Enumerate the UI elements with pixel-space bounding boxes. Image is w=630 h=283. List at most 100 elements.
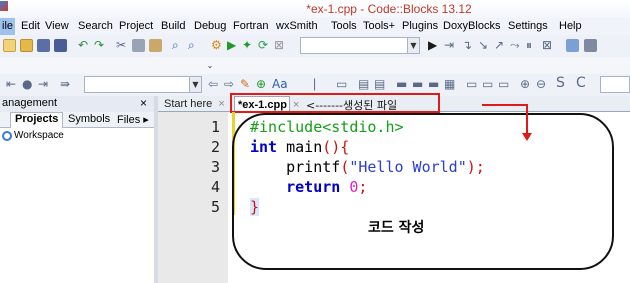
arrow-left-icon[interactable]: ⇦: [208, 77, 218, 91]
line3-icon[interactable]: ▬: [428, 77, 439, 91]
menu-wxsmith[interactable]: wxSmith: [276, 20, 318, 32]
tab-files[interactable]: Files ▸: [117, 113, 149, 126]
zoom-out-icon[interactable]: ⊖: [536, 77, 546, 91]
box3-icon[interactable]: ▭: [498, 77, 509, 91]
toolbar-strip: ⌄: [0, 57, 630, 74]
menu-fortran[interactable]: Fortran: [233, 20, 268, 32]
zoom-in-icon[interactable]: ⊕: [520, 77, 530, 91]
code-completion-scope-select[interactable]: ▼: [84, 76, 202, 93]
copy-icon[interactable]: [132, 39, 145, 52]
build-gear-icon[interactable]: ⚙: [211, 38, 222, 52]
run-to-cursor-icon[interactable]: ⇥: [444, 38, 454, 52]
cut-icon[interactable]: ✂: [116, 38, 126, 52]
menu-build[interactable]: Build: [161, 20, 185, 32]
pause-icon[interactable]: ⏸: [526, 38, 532, 52]
workspace-item[interactable]: Workspace: [14, 130, 64, 141]
tab-projects[interactable]: Projects: [10, 112, 64, 128]
main-toolbar: ↶ ↷ ✂ ⌕ ⌕ ⚙ ▶ ✦ ⟳ ⊠ ▼ ▶ ⇥ ↴ ↘ ↗ ⤳ ⏸ ⊠: [0, 35, 630, 57]
c-icon[interactable]: C: [576, 76, 586, 90]
redo-icon[interactable]: ↷: [94, 38, 104, 52]
line-number: 1: [210, 118, 220, 136]
bookmark-icon[interactable]: ●: [22, 77, 32, 91]
project-tree: Workspace: [0, 128, 154, 283]
annotation-label: <-------생성된 파일: [306, 99, 398, 112]
callout-bubble: [232, 113, 614, 270]
chevron-down-icon[interactable]: ▼: [407, 38, 419, 53]
save-all-icon[interactable]: [54, 39, 67, 52]
management-title: anagement: [2, 97, 58, 109]
build-run-icon[interactable]: ✦: [242, 38, 252, 52]
menu-bar: ile Edit View Search Project Build Debug…: [0, 18, 630, 35]
tab-start-here[interactable]: Start here ×: [161, 96, 233, 112]
paste-icon[interactable]: [149, 39, 162, 52]
close-icon[interactable]: ×: [140, 96, 147, 110]
next-line-icon[interactable]: ↴: [462, 38, 472, 52]
abort-icon[interactable]: ⊠: [274, 38, 284, 52]
line2-icon[interactable]: ▬: [412, 77, 423, 91]
menu-plugins[interactable]: Plugins: [402, 20, 438, 32]
line-number: 5: [210, 198, 220, 216]
s-icon[interactable]: S: [556, 76, 565, 90]
menu-settings[interactable]: Settings: [508, 20, 548, 32]
box-icon[interactable]: ▭: [466, 77, 477, 91]
line-number: 2: [210, 138, 220, 156]
debug-info-icon[interactable]: [584, 39, 597, 52]
menu-tools-plus[interactable]: Tools+: [363, 20, 395, 32]
next-instruction-icon[interactable]: ⤳: [510, 38, 520, 52]
run-icon[interactable]: ▶: [227, 38, 236, 52]
chevron-down-icon[interactable]: ▼: [189, 77, 201, 92]
doc2-icon[interactable]: ▤: [374, 77, 385, 91]
stop-debug-icon[interactable]: ⊠: [542, 38, 552, 52]
grid-icon[interactable]: ▦: [444, 77, 455, 91]
menu-file[interactable]: ile: [0, 18, 16, 35]
abbreviation-icon[interactable]: Aa: [272, 77, 288, 91]
match-icon[interactable]: ⊕: [256, 77, 266, 91]
text-icon[interactable]: ⎸: [314, 77, 326, 91]
box2-icon[interactable]: ▭: [482, 77, 493, 91]
block-icon[interactable]: ▭: [336, 77, 347, 91]
window-title: *ex-1.cpp - Code::Blocks 13.12: [306, 2, 472, 16]
title-bar: *ex-1.cpp - Code::Blocks 13.12: [0, 0, 630, 18]
menu-edit[interactable]: Edit: [21, 20, 40, 32]
nav-back-icon[interactable]: ⇤: [6, 77, 16, 91]
management-panel-header: anagement ×: [0, 96, 154, 112]
chevron-down-icon[interactable]: ⌄: [204, 58, 216, 73]
arrow-down-icon: [522, 133, 532, 141]
save-icon[interactable]: [37, 39, 50, 52]
menu-tools[interactable]: Tools: [331, 20, 357, 32]
callout-text: 코드 작성: [368, 220, 425, 236]
line-number: 3: [210, 158, 220, 176]
find-icon[interactable]: ⌕: [172, 38, 179, 52]
rebuild-icon[interactable]: ⟳: [258, 38, 268, 52]
undo-icon[interactable]: ↶: [78, 38, 88, 52]
debug-continue-icon[interactable]: ▶: [428, 38, 437, 52]
debug-windows-icon[interactable]: [566, 39, 579, 52]
line-number: 4: [210, 178, 220, 196]
menu-doxyblocks[interactable]: DoxyBlocks: [443, 20, 500, 32]
menu-search[interactable]: Search: [78, 20, 113, 32]
annotation-arrow-line: [482, 104, 527, 106]
tab-label: Start here: [164, 98, 213, 110]
tab-symbols[interactable]: Symbols: [68, 113, 110, 125]
open-folder-icon[interactable]: [20, 39, 33, 52]
menu-debug[interactable]: Debug: [194, 20, 226, 32]
annotation-arrow-stem: [526, 104, 528, 134]
toolbar-input[interactable]: [600, 76, 630, 93]
step-into-icon[interactable]: ↘: [478, 38, 488, 52]
build-target-select[interactable]: ▼: [300, 37, 420, 54]
menu-help[interactable]: Help: [559, 20, 582, 32]
doc-icon[interactable]: ▤: [358, 77, 369, 91]
menu-view[interactable]: View: [45, 20, 69, 32]
workspace-icon: [2, 131, 12, 141]
menu-project[interactable]: Project: [119, 20, 153, 32]
arrow-right-icon[interactable]: ⇨: [224, 77, 234, 91]
line-icon[interactable]: ▬: [396, 77, 407, 91]
new-file-icon[interactable]: [3, 39, 16, 52]
replace-icon[interactable]: ⌕: [188, 38, 195, 52]
nav-forward-icon[interactable]: ⇥: [38, 77, 48, 91]
management-tabs: Projects Symbols Files ▸: [0, 112, 154, 128]
close-icon[interactable]: ×: [218, 98, 224, 110]
jump-icon[interactable]: ⇛: [60, 77, 70, 91]
highlight-icon[interactable]: ✎: [240, 77, 250, 91]
step-out-icon[interactable]: ↗: [494, 38, 504, 52]
